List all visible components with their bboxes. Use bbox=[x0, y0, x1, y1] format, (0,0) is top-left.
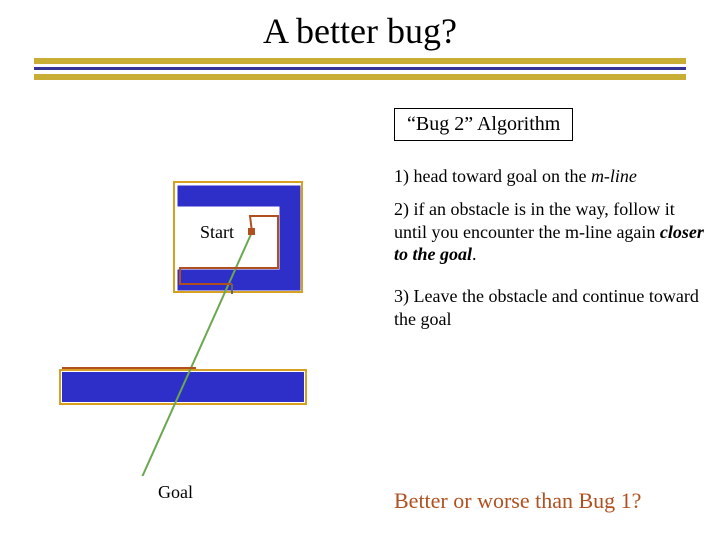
goal-label: Goal bbox=[158, 482, 193, 503]
step-3: 3) Leave the obstacle and continue towar… bbox=[394, 285, 704, 330]
step-2-post: . bbox=[472, 244, 477, 264]
step-1: 1) head toward goal on the m-line bbox=[394, 165, 704, 188]
divider-blue-mid bbox=[34, 67, 686, 70]
step-1-text: 1) head toward goal on the bbox=[394, 166, 591, 186]
divider-gold-top bbox=[34, 58, 686, 64]
question-text: Better or worse than Bug 1? bbox=[394, 488, 641, 514]
slide-title: A better bug? bbox=[0, 10, 720, 52]
step-1-mline: m-line bbox=[591, 166, 637, 186]
bug-diagram bbox=[56, 176, 328, 476]
step-2-text: 2) if an obstacle is in the way, follow … bbox=[394, 199, 675, 242]
divider-gold-bot bbox=[34, 74, 686, 80]
algorithm-name-box: “Bug 2” Algorithm bbox=[394, 108, 573, 141]
step-2: 2) if an obstacle is in the way, follow … bbox=[394, 198, 704, 266]
